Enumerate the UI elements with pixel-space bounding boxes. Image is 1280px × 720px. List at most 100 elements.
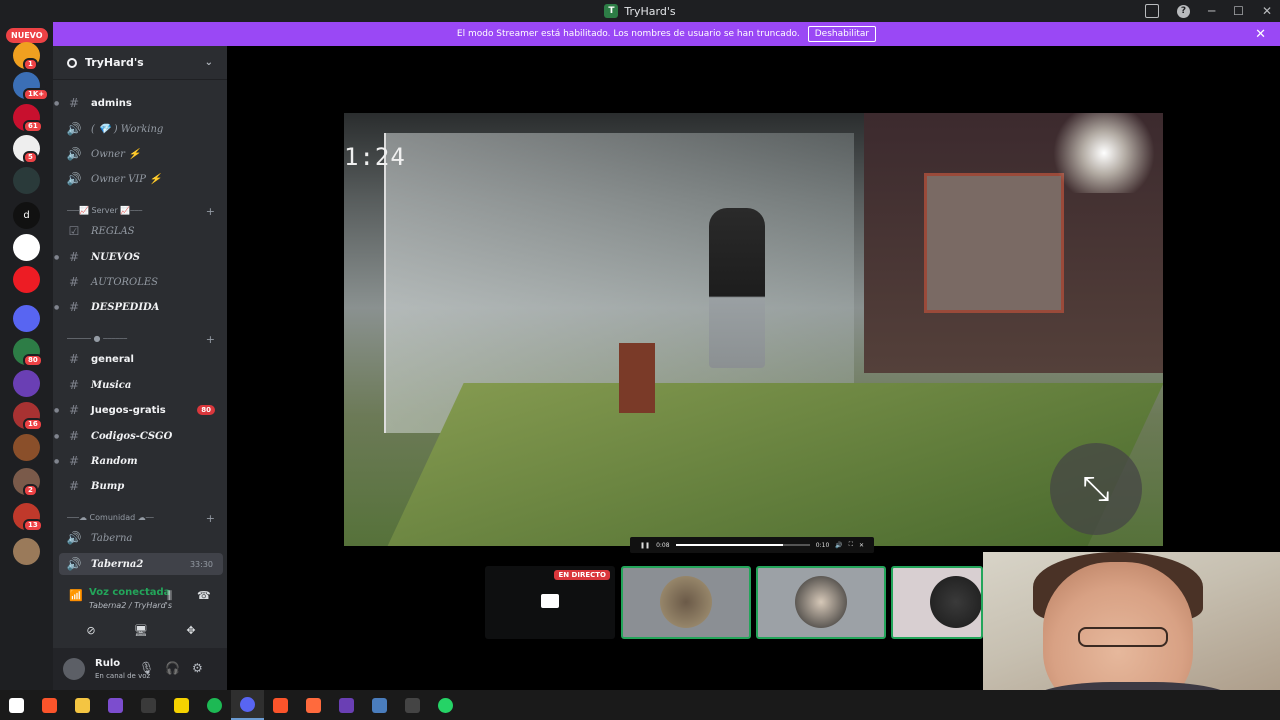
stream-video[interactable]: 1:24 ⤡ — [344, 113, 1163, 546]
inbox-icon[interactable] — [1144, 4, 1159, 18]
video-timestamp: 1:24 — [344, 143, 406, 171]
participant-tile[interactable] — [756, 566, 886, 639]
channel-owner-vip[interactable]: 🔊 Owner VIP ⚡ — [53, 168, 227, 190]
taskbar-app[interactable] — [66, 690, 99, 720]
hash-icon: # — [68, 352, 80, 366]
close-window-button[interactable]: ✕ — [1262, 4, 1272, 18]
channel-codigos-csgo[interactable]: ● # Codigos-CSGO — [53, 425, 227, 447]
taskbar-app[interactable] — [297, 690, 330, 720]
hash-icon: # — [68, 429, 80, 443]
server-badge: 16 — [23, 418, 43, 431]
hash-icon: # — [68, 378, 80, 392]
taskbar-app[interactable] — [429, 690, 462, 720]
channel-taberna2[interactable]: 🔊 Taberna2 33:30 — [59, 553, 223, 575]
channel-despedida[interactable]: ● # DESPEDIDA — [53, 296, 227, 318]
help-icon[interactable]: ? — [1176, 4, 1190, 18]
channel-owner[interactable]: 🔊 Owner ⚡ — [53, 143, 227, 165]
taskbar-app[interactable] — [132, 690, 165, 720]
server-icon[interactable] — [13, 434, 40, 461]
taskbar-app[interactable] — [330, 690, 363, 720]
screen-share-tile[interactable]: EN DIRECTO — [485, 566, 615, 639]
close-player-icon[interactable]: ✕ — [859, 542, 864, 549]
server-badge: 13 — [23, 519, 43, 532]
participant-tile[interactable] — [621, 566, 751, 639]
taskbar-app[interactable] — [231, 690, 264, 720]
channel-working[interactable]: 🔊 ( 💎 ) Working — [53, 118, 227, 140]
taskbar-app[interactable] — [363, 690, 396, 720]
server-badge: 1K+ — [23, 88, 50, 101]
headphones-icon[interactable]: 🎧 — [165, 661, 180, 675]
files-icon — [75, 697, 90, 713]
channel-musica[interactable]: # Musica — [53, 374, 227, 396]
taskbar-app[interactable] — [0, 690, 33, 720]
minimize-button[interactable]: ─ — [1208, 4, 1215, 18]
add-channel-icon[interactable]: + — [206, 205, 215, 218]
settings-gear-icon[interactable]: ⚙ — [192, 661, 203, 675]
volume-icon[interactable]: 🔊 — [835, 542, 842, 549]
microphone-icon[interactable]: 🎙 — [139, 661, 154, 675]
avatar[interactable] — [63, 658, 85, 680]
taskbar-app[interactable] — [165, 690, 198, 720]
server-icon[interactable]: d — [13, 202, 40, 229]
taskbar-app[interactable] — [264, 690, 297, 720]
server-icon[interactable] — [13, 266, 40, 293]
camera-off-button[interactable]: ⊘ — [79, 619, 103, 641]
add-channel-icon[interactable]: + — [206, 512, 215, 525]
fullscreen-icon[interactable]: ⛶ — [849, 541, 853, 549]
speaker-icon: 🔊 — [66, 531, 82, 545]
voice-status-title[interactable]: Voz conectada — [89, 587, 170, 598]
channel-label: AUTOROLES — [91, 276, 159, 288]
hash-icon: # — [68, 96, 80, 110]
chevron-down-icon[interactable]: ⌄ — [205, 57, 213, 68]
participant-tile[interactable] — [891, 566, 983, 639]
channel-bump[interactable]: # Bump — [53, 475, 227, 497]
taskbar-app[interactable] — [396, 690, 429, 720]
seek-bar[interactable] — [675, 544, 810, 546]
server-icon — [67, 57, 77, 68]
channel-nuevos[interactable]: ● # NUEVOS — [53, 246, 227, 268]
db-icon — [372, 697, 387, 713]
total-time: 0:10 — [815, 541, 830, 549]
category-general[interactable]: ⎯⎯⎯⎯⎯⎯ ● ⎯⎯⎯⎯⎯⎯ + — [53, 331, 227, 347]
unread-dot-icon: ● — [54, 99, 60, 107]
screen-share-button[interactable]: 🖥 — [129, 619, 153, 641]
channel-taberna[interactable]: 🔊 Taberna — [53, 527, 227, 549]
maximize-button[interactable]: ☐ — [1233, 4, 1244, 18]
server-header[interactable]: TryHard's ⌄ — [53, 46, 227, 80]
disconnect-icon[interactable]: ☎ — [197, 589, 211, 602]
server-icon[interactable] — [13, 370, 40, 397]
channel-general[interactable]: # general — [53, 348, 227, 370]
speaker-icon: 🔊 — [66, 147, 82, 161]
spotify-icon — [207, 697, 222, 713]
fullscreen-expand-icon[interactable]: ⤡ — [1050, 443, 1142, 535]
taskbar-app[interactable] — [33, 690, 66, 720]
pause-icon[interactable]: ❚❚ — [640, 542, 650, 549]
add-channel-icon[interactable]: + — [206, 333, 215, 346]
taskbar-app[interactable] — [99, 690, 132, 720]
channel-reglas[interactable]: ☑ REGLAS — [53, 220, 227, 242]
noise-suppression-icon[interactable]: ⫼ — [167, 589, 172, 603]
voice-channel-path[interactable]: Taberna2 / TryHard's — [89, 601, 172, 610]
server-icon[interactable] — [13, 305, 40, 332]
username[interactable]: Rulo — [95, 658, 120, 669]
server-icon[interactable] — [13, 167, 40, 194]
server-icon[interactable] — [13, 538, 40, 565]
channel-admins[interactable]: ● # admins — [53, 92, 227, 114]
channel-label: Taberna2 — [91, 558, 144, 570]
category-server[interactable]: ⎯⎯⎯📈 Server 📈⎯⎯⎯ + — [53, 203, 227, 219]
taskbar-app[interactable] — [198, 690, 231, 720]
category-comunidad[interactable]: ⎯⎯⎯☁ Comunidad ☁⎯⎯ + — [53, 510, 227, 526]
server-icon[interactable] — [13, 234, 40, 261]
activities-button[interactable]: ✥ — [179, 619, 203, 641]
brave-icon — [42, 697, 57, 713]
channel-autoroles[interactable]: # AUTOROLES — [53, 271, 227, 293]
channel-random[interactable]: ● # Random — [53, 450, 227, 472]
server-badge: 80 — [23, 354, 43, 367]
channel-label: Codigos-CSGO — [91, 430, 173, 442]
disable-streamer-button[interactable]: Deshabilitar — [807, 26, 877, 42]
video-scene-plant-pot — [619, 343, 655, 413]
channel-juegos-gratis[interactable]: ● # Juegos-gratis 80 — [53, 399, 227, 421]
speaker-icon: 🔊 — [66, 122, 82, 136]
user-panel: Rulo En canal de voz 🎙 🎧 ⚙ — [53, 648, 227, 690]
close-banner-icon[interactable]: ✕ — [1255, 27, 1266, 42]
